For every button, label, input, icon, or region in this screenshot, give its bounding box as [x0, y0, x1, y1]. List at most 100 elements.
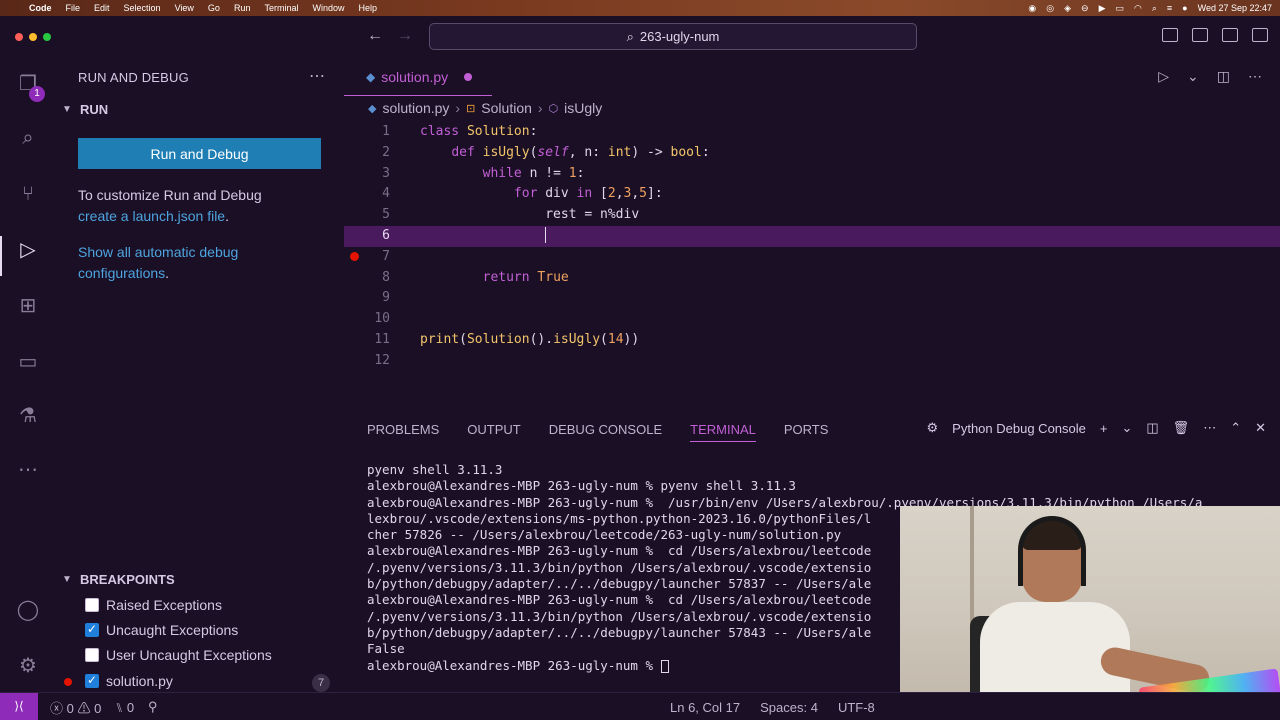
code-editor[interactable]: 1 class Solution: 2 def isUgly(self, n: … — [344, 122, 1280, 372]
breakpoint-uncaught-exceptions[interactable]: Uncaught Exceptions — [85, 622, 238, 638]
split-editor-icon[interactable]: ◫ — [1217, 68, 1230, 85]
maximize-window-button[interactable] — [43, 33, 51, 41]
manage-gear-icon[interactable]: ⚙ — [14, 652, 42, 680]
code-line[interactable]: 3 while n != 1: — [344, 164, 1280, 185]
toggle-secondary-sidebar-icon[interactable] — [1222, 28, 1238, 42]
code-line[interactable]: 4 for div in [2,3,5]: — [344, 184, 1280, 205]
code-line[interactable]: 7 — [344, 247, 1280, 268]
menu-file[interactable]: File — [59, 3, 88, 13]
code-line[interactable]: 5 rest = n%div — [344, 205, 1280, 226]
kill-terminal-icon[interactable]: 🗑 — [1173, 420, 1190, 436]
menu-terminal[interactable]: Terminal — [257, 3, 305, 13]
more-views-icon[interactable]: ⋯ — [14, 456, 42, 484]
dnd-icon[interactable]: ⊖ — [1081, 3, 1089, 14]
search-icon[interactable]: ⌕ — [14, 124, 42, 152]
macos-menu-bar: Code File Edit Selection View Go Run Ter… — [0, 0, 1280, 16]
menu-selection[interactable]: Selection — [117, 3, 168, 13]
siri-icon[interactable]: ● — [1182, 3, 1187, 13]
new-terminal-icon[interactable]: + — [1100, 421, 1108, 436]
problems-status[interactable]: ⓧ 0 ⚠ 0 — [50, 698, 101, 717]
line-number: 3 — [382, 165, 390, 181]
debug-status-icon[interactable]: ⚲ — [148, 699, 158, 715]
checkbox[interactable] — [85, 648, 99, 662]
menu-run[interactable]: Run — [227, 3, 258, 13]
code-line[interactable]: 10 — [344, 309, 1280, 330]
run-section-header[interactable]: ▼ RUN — [62, 102, 108, 117]
close-window-button[interactable] — [15, 33, 23, 41]
encoding[interactable]: UTF-8 — [838, 700, 875, 715]
remote-explorer-icon[interactable]: ▭ — [14, 348, 42, 376]
create-launch-json-link[interactable]: create a launch.json file — [78, 208, 225, 224]
checkbox[interactable] — [85, 622, 99, 637]
wifi-icon[interactable]: ◠ — [1134, 3, 1142, 14]
toggle-panel-icon[interactable] — [1192, 28, 1208, 42]
tab-problems[interactable]: PROBLEMS — [367, 422, 439, 442]
menu-window[interactable]: Window — [305, 3, 351, 13]
breakpoint-file-solution[interactable]: solution.py — [85, 673, 173, 689]
more-actions-icon[interactable]: ⋯ — [309, 66, 325, 86]
toggle-primary-sidebar-icon[interactable] — [1162, 28, 1178, 42]
breakpoints-section-header[interactable]: ▼ BREAKPOINTS — [62, 572, 175, 587]
cursor-position[interactable]: Ln 6, Col 17 — [670, 700, 740, 715]
chevron-down-icon[interactable]: ⌄ — [1121, 420, 1132, 436]
terminal-prompt: alexbrou@Alexandres-MBP 263-ugly-num % — [367, 657, 661, 673]
indentation[interactable]: Spaces: 4 — [760, 700, 818, 715]
checkbox[interactable] — [85, 598, 99, 612]
code-line-current[interactable]: 6 — [344, 225, 1280, 247]
code-line[interactable]: 9 — [344, 288, 1280, 309]
testing-icon[interactable]: ⚗ — [14, 402, 42, 430]
code-line[interactable]: 11 print(Solution().isUgly(14)) — [344, 330, 1280, 351]
menubar-clock[interactable]: Wed 27 Sep 22:47 — [1198, 3, 1272, 13]
menu-help[interactable]: Help — [351, 3, 384, 13]
control-center-icon[interactable]: ≡ — [1167, 3, 1172, 13]
debug-gear-icon: ⚙ — [926, 420, 939, 435]
menu-go[interactable]: Go — [201, 3, 227, 13]
back-arrow-icon[interactable]: ← — [367, 27, 383, 45]
status-app-icon[interactable]: ◈ — [1064, 3, 1071, 14]
accounts-icon[interactable]: ◯ — [14, 596, 42, 624]
code-line[interactable]: 8 return True — [344, 268, 1280, 289]
unsaved-dot-icon[interactable] — [464, 72, 473, 81]
run-and-debug-icon[interactable]: ▷ — [14, 236, 42, 264]
menu-edit[interactable]: Edit — [87, 3, 117, 13]
run-python-file-icon[interactable]: ▷ — [1158, 68, 1169, 85]
close-panel-icon[interactable]: ✕ — [1255, 420, 1266, 436]
tab-debug-console[interactable]: DEBUG CONSOLE — [549, 422, 662, 442]
code-line[interactable]: 1 class Solution: — [344, 122, 1280, 143]
more-actions-icon[interactable]: ⋯ — [1248, 68, 1262, 85]
more-actions-icon[interactable]: ⋯ — [1203, 420, 1216, 436]
code-line[interactable]: 12 — [344, 351, 1280, 372]
menu-view[interactable]: View — [168, 3, 201, 13]
extensions-icon[interactable]: ⊞ — [14, 292, 42, 320]
editor-tab-solution[interactable]: ◆ solution.py — [344, 58, 492, 96]
search-icon[interactable]: ⌕ — [1152, 3, 1157, 14]
run-and-debug-button[interactable]: Run and Debug — [78, 138, 321, 169]
split-terminal-icon[interactable]: ◫ — [1146, 420, 1158, 436]
show-debug-configurations-link[interactable]: Show all automatic debug configurations — [78, 244, 238, 281]
maximize-panel-icon[interactable]: ⌃ — [1230, 420, 1241, 436]
remote-indicator-icon[interactable]: ⟩⟨ — [0, 693, 38, 720]
breadcrumb-class[interactable]: Solution — [481, 100, 532, 116]
chevron-down-icon[interactable]: ⌄ — [1187, 68, 1199, 85]
status-app-icon[interactable]: ◎ — [1046, 3, 1054, 14]
tab-terminal[interactable]: TERMINAL — [690, 422, 756, 442]
command-center-search[interactable]: ⌕ 263-ugly-num — [429, 23, 917, 50]
status-app-icon[interactable]: ◉ — [1028, 3, 1036, 14]
forward-arrow-icon[interactable]: → — [397, 27, 413, 45]
source-control-icon[interactable]: ⑂ — [14, 180, 42, 208]
breakpoint-raised-exceptions[interactable]: Raised Exceptions — [85, 597, 222, 613]
ports-status[interactable]: ⑊ 0 — [115, 700, 134, 715]
battery-icon[interactable]: ▭ — [1115, 3, 1124, 14]
breadcrumb-method[interactable]: isUgly — [564, 100, 602, 116]
breadcrumb-file[interactable]: solution.py — [382, 100, 449, 116]
checkbox[interactable] — [85, 673, 99, 688]
breakpoint-user-uncaught-exceptions[interactable]: User Uncaught Exceptions — [85, 647, 272, 663]
minimize-window-button[interactable] — [29, 33, 37, 41]
tab-output[interactable]: OUTPUT — [467, 422, 520, 442]
tab-ports[interactable]: PORTS — [784, 422, 829, 442]
terminal-selector[interactable]: Python Debug Console — [952, 421, 1086, 436]
customize-layout-icon[interactable] — [1252, 28, 1268, 42]
menu-app-name[interactable]: Code — [22, 3, 59, 13]
code-line[interactable]: 2 def isUgly(self, n: int) -> bool: — [344, 143, 1280, 164]
play-status-icon[interactable]: ▶ — [1099, 3, 1106, 14]
